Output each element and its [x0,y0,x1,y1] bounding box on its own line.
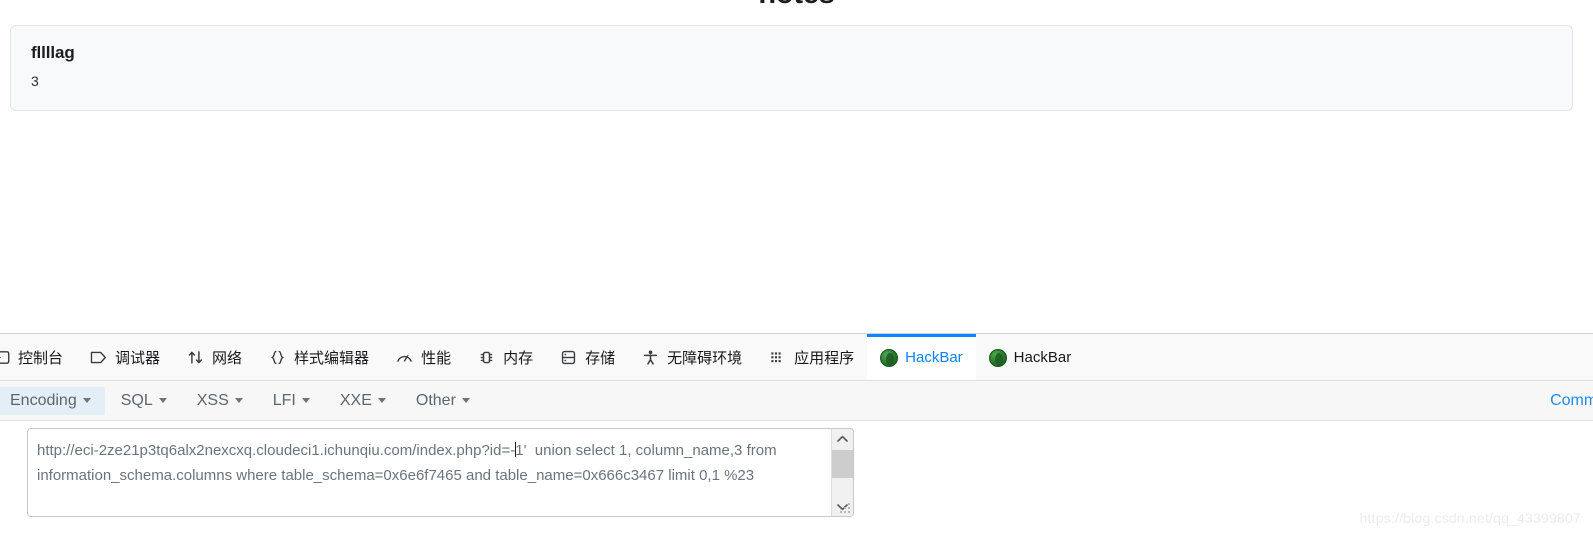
devtools-tabstrip: 控制台 调试器 网络 样式编辑器 性能 内存 存储 无障碍环境 应用程序 Hac… [0,334,1593,381]
console-icon [0,348,11,367]
devtools-tab-hackbar-secondary[interactable]: HackBar [976,334,1085,380]
note-card-body: fllllag 3 [11,26,1572,90]
page-title: notes [0,0,1593,11]
devtools-tab-label: 控制台 [18,350,64,367]
hackbar-menu-lfi[interactable]: LFI [259,387,324,415]
scroll-up-icon[interactable] [832,429,854,448]
devtools-tab-application[interactable]: 应用程序 [755,334,867,380]
performance-icon [395,348,414,367]
web-page-content: notes fllllag 3 [0,0,1593,333]
devtools-tab-performance[interactable]: 性能 [382,334,464,380]
devtools-tab-label: 应用程序 [794,350,855,367]
hackbar-menu-encoding[interactable]: Encoding [0,386,105,415]
hackbar-body: http://eci-2ze21p3tq6alx2nexcxq.cloudeci… [0,421,1593,534]
url-text-before-caret: http://eci-2ze21p3tq6alx2nexcxq.cloudeci… [37,442,516,459]
menu-label: LFI [272,391,296,409]
devtools-tab-hackbar-active[interactable]: HackBar [867,334,976,380]
devtools-tab-label: 无障碍环境 [667,350,743,367]
devtools-tab-label: HackBar [1013,349,1072,366]
chevron-down-icon [158,398,167,403]
devtools-tab-label: 网络 [212,350,243,367]
resize-grip-icon[interactable] [840,503,852,515]
chevron-down-icon [234,398,243,403]
note-body-text: 3 [31,73,39,89]
hackbar-community-link[interactable]: Community [1550,381,1593,420]
hackbar-icon [880,348,899,367]
devtools-tab-label: 性能 [421,350,452,367]
debugger-icon [89,348,108,367]
hackbar-icon [988,348,1007,367]
devtools-tab-memory[interactable]: 内存 [464,334,546,380]
devtools-tab-storage[interactable]: 存储 [546,334,628,380]
hackbar-toolbar: Encoding SQL XSS LFI XXE Other Comm [0,381,1593,421]
url-input[interactable]: http://eci-2ze21p3tq6alx2nexcxq.cloudeci… [27,428,854,517]
menu-label: SQL [120,391,153,409]
accessibility-icon [641,348,660,367]
network-icon [186,348,205,367]
url-input-text: http://eci-2ze21p3tq6alx2nexcxq.cloudeci… [28,429,853,488]
application-icon [768,348,787,367]
chevron-down-icon [377,398,386,403]
menu-label: Other [415,391,456,409]
devtools-tab-style-editor[interactable]: 样式编辑器 [255,334,382,380]
chevron-down-icon [461,398,470,403]
note-card: fllllag 3 [10,25,1573,111]
hackbar-menu-sql[interactable]: SQL [107,387,181,415]
hackbar-menu-xss[interactable]: XSS [183,387,257,415]
hackbar-menu-other[interactable]: Other [402,387,484,415]
devtools-tab-console[interactable]: 控制台 [0,334,76,380]
menu-label: XXE [339,391,372,409]
storage-icon [559,348,578,367]
scrollbar-thumb[interactable] [831,450,853,478]
chevron-down-icon [82,398,91,403]
devtools-tab-label: 存储 [585,350,616,367]
hackbar-menu: Encoding SQL XSS LFI XXE Other [0,386,488,415]
memory-icon [477,348,496,367]
devtools-tab-label: 内存 [503,350,534,367]
devtools-tab-network[interactable]: 网络 [173,334,255,380]
watermark: https://blog.csdn.net/qq_43399807 [1359,510,1581,526]
devtools-tab-accessibility[interactable]: 无障碍环境 [628,334,755,380]
menu-label: XSS [196,391,229,409]
style-editor-icon [268,348,287,367]
devtools-tab-debugger[interactable]: 调试器 [76,334,173,380]
hackbar-menu-xxe[interactable]: XXE [326,387,400,415]
devtools-tab-label: 样式编辑器 [294,350,370,367]
devtools-panel: 控制台 调试器 网络 样式编辑器 性能 内存 存储 无障碍环境 应用程序 Hac… [0,333,1593,535]
devtools-tab-label: HackBar [905,349,963,366]
url-field-wrapper: http://eci-2ze21p3tq6alx2nexcxq.cloudeci… [27,428,854,517]
menu-label: Encoding [10,391,77,409]
devtools-tab-label: 调试器 [115,350,161,367]
note-heading: fllllag [31,43,75,62]
chevron-down-icon [301,398,310,403]
